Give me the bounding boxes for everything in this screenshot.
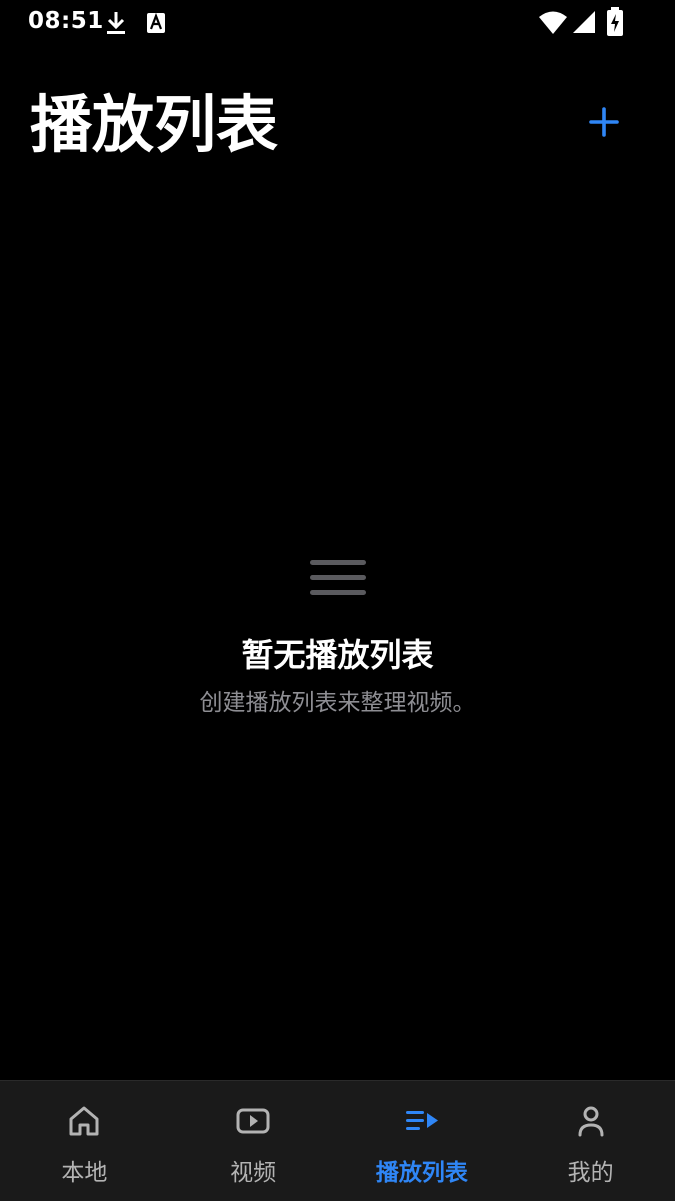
- playlist-icon: [405, 1111, 438, 1130]
- nav-label-local: 本地: [61, 1160, 108, 1186]
- nav-label-playlist: 播放列表: [375, 1160, 468, 1186]
- download-icon: [107, 12, 125, 34]
- battery-charging-icon: [607, 7, 623, 36]
- empty-state: 暂无播放列表 创建播放列表来整理视频。: [0, 555, 675, 719]
- nav-label-mine: 我的: [567, 1160, 614, 1186]
- add-playlist-button[interactable]: [580, 98, 628, 146]
- bottom-nav: 本地 视频 播放列表 我的: [0, 1080, 675, 1201]
- status-bar: 08:51: [0, 0, 675, 46]
- nav-item-playlist[interactable]: 播放列表: [338, 1081, 507, 1201]
- signal-icon: [573, 11, 595, 33]
- home-icon: [69, 1106, 99, 1136]
- nav-item-mine[interactable]: 我的: [506, 1081, 675, 1201]
- list-lines-icon: [309, 560, 366, 595]
- nav-item-local[interactable]: 本地: [0, 1081, 169, 1201]
- font-a-icon: [147, 12, 165, 33]
- empty-state-title: 暂无播放列表: [241, 636, 434, 674]
- video-play-icon: [236, 1108, 270, 1134]
- nav-label-video: 视频: [230, 1160, 277, 1186]
- status-time: 08:51: [28, 8, 104, 34]
- wifi-icon: [539, 11, 567, 34]
- page-title: 播放列表: [30, 88, 279, 161]
- person-icon: [578, 1106, 604, 1137]
- empty-state-subtitle: 创建播放列表来整理视频。: [199, 690, 476, 716]
- plus-icon: [589, 107, 619, 137]
- nav-item-video[interactable]: 视频: [169, 1081, 338, 1201]
